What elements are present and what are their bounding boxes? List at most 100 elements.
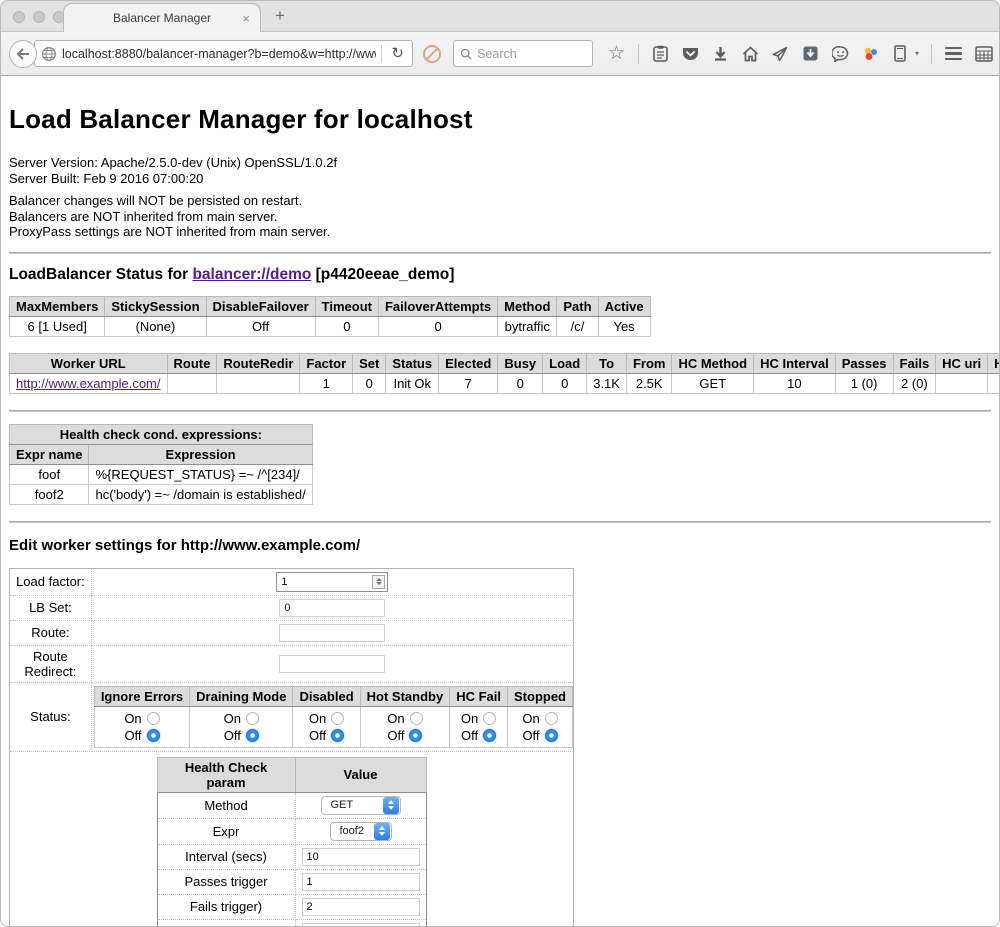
fails-input[interactable]: [302, 898, 420, 916]
passes-input[interactable]: [302, 873, 420, 891]
load-factor-input[interactable]: [277, 574, 372, 590]
table-cell: Yes: [598, 316, 650, 336]
column-header: Route: [167, 353, 217, 373]
select-arrows-icon: [383, 797, 399, 814]
status-off-radio[interactable]: [147, 729, 160, 742]
expression-cell: %{REQUEST_STATUS} =~ /^[234]/: [89, 464, 312, 484]
status-on-radio[interactable]: [246, 712, 259, 725]
save-to-pocket-icon[interactable]: [801, 44, 820, 63]
route-input[interactable]: [279, 624, 385, 642]
status-column-header: Hot Standby: [360, 686, 450, 706]
table-cell: /c/: [557, 316, 598, 336]
hc-uri-input[interactable]: [302, 923, 420, 927]
column-header: DisableFailover: [206, 296, 315, 316]
table-cell: GET: [672, 373, 754, 393]
apps-grid-icon[interactable]: [974, 44, 993, 63]
table-cell: 0: [315, 316, 378, 336]
table-cell: 1: [300, 373, 353, 393]
column-header: Expr name: [10, 444, 89, 464]
table-cell: 0: [543, 373, 587, 393]
status-off-radio[interactable]: [331, 729, 344, 742]
column-header: Active: [598, 296, 650, 316]
status-off-radio[interactable]: [409, 729, 422, 742]
page-title: Load Balancer Manager for localhost: [9, 104, 991, 135]
minimize-window-button[interactable]: [33, 11, 45, 23]
status-header-row: Ignore Errors Draining Mode Disabled Hot…: [94, 686, 572, 706]
edit-worker-heading: Edit worker settings for http://www.exam…: [9, 537, 991, 554]
off-label: Off: [309, 727, 326, 744]
status-on-radio[interactable]: [331, 712, 344, 725]
status-on-radio[interactable]: [410, 712, 423, 725]
feedback-smiley-icon[interactable]: [831, 44, 850, 63]
sidebar-device-icon[interactable]: [891, 44, 910, 63]
chevron-down-icon[interactable]: ▾: [915, 49, 919, 58]
back-arrow-icon: [16, 48, 30, 60]
on-label: On: [461, 710, 478, 727]
menu-icon[interactable]: [944, 44, 963, 63]
expr-name-cell: foof: [10, 464, 89, 484]
status-on-radio[interactable]: [147, 712, 160, 725]
select-arrows-icon: [374, 823, 390, 840]
column-header: Set: [353, 353, 386, 373]
downloads-icon[interactable]: [711, 44, 730, 63]
off-label: Off: [522, 727, 539, 744]
method-select[interactable]: GET: [321, 796, 401, 815]
back-button[interactable]: [9, 40, 37, 68]
expr-label: Expr: [157, 818, 295, 844]
column-header: Fails: [893, 353, 936, 373]
heading-prefix: LoadBalancer Status for: [9, 266, 192, 283]
expr-name-cell: foof2: [10, 484, 89, 504]
url-bar[interactable]: ↻: [34, 40, 413, 67]
status-off-radio[interactable]: [545, 729, 558, 742]
expr-select[interactable]: foof2: [330, 822, 392, 841]
close-window-button[interactable]: [13, 11, 25, 23]
tab-title: Balancer Manager: [113, 11, 211, 25]
table-row: foof2 hc('body') =~ /domain is establish…: [10, 484, 313, 504]
search-bar[interactable]: [453, 40, 593, 67]
hc-row-interval: Interval (secs): [157, 844, 426, 869]
hc-header-row: Health Check param Value: [157, 757, 426, 792]
new-tab-button[interactable]: +: [275, 6, 285, 26]
table-title: Health check cond. expressions:: [10, 424, 313, 444]
status-on-radio[interactable]: [483, 712, 496, 725]
table-cell: [167, 373, 217, 393]
lb-set-input[interactable]: [279, 599, 385, 617]
bookmark-star-icon[interactable]: ☆: [607, 44, 626, 63]
table-header-row: Worker URL Route RouteRedir Factor Set S…: [10, 353, 1000, 373]
status-column-header: Ignore Errors: [94, 686, 189, 706]
expression-cell: hc('body') =~ /domain is established/: [89, 484, 312, 504]
search-input[interactable]: [477, 47, 586, 61]
reload-icon[interactable]: ↻: [387, 46, 408, 61]
route-redirect-input[interactable]: [279, 655, 385, 673]
table-row: http://www.example.com/ 1 0 Init Ok 7 0 …: [10, 373, 1000, 393]
balancer-link[interactable]: balancer://demo: [192, 266, 311, 283]
route-label: Route:: [10, 620, 92, 645]
status-on-radio[interactable]: [545, 712, 558, 725]
hc-expressions-table: Health check cond. expressions: Expr nam…: [9, 424, 313, 505]
hc-row-fails: Fails trigger): [157, 894, 426, 919]
table-cell: 7: [439, 373, 498, 393]
home-icon[interactable]: [741, 44, 760, 63]
fails-label: Fails trigger): [157, 894, 295, 919]
reading-list-icon[interactable]: [651, 44, 670, 63]
off-label: Off: [387, 727, 404, 744]
browser-window: Balancer Manager × + ↻ ☆: [0, 0, 1000, 927]
theme-dots-icon[interactable]: [861, 44, 880, 63]
url-input[interactable]: [62, 47, 376, 61]
worker-url-link[interactable]: http://www.example.com/: [16, 376, 161, 391]
status-off-radio[interactable]: [246, 729, 259, 742]
table-cell: 3.1K: [587, 373, 627, 393]
table-cell: bytraffic: [498, 316, 557, 336]
status-off-radio[interactable]: [483, 729, 496, 742]
column-header: From: [626, 353, 672, 373]
tab-close-icon[interactable]: ×: [242, 12, 250, 25]
content-blocked-icon[interactable]: [423, 45, 441, 63]
divider: [9, 410, 991, 412]
pocket-icon[interactable]: [681, 44, 700, 63]
interval-input[interactable]: [302, 848, 420, 866]
form-row-route-redirect: Route Redirect:: [10, 645, 574, 682]
browser-tab[interactable]: Balancer Manager ×: [63, 3, 261, 32]
send-tab-icon[interactable]: [771, 44, 790, 63]
url-divider: [381, 45, 382, 63]
number-spinner-icon[interactable]: [372, 575, 385, 589]
